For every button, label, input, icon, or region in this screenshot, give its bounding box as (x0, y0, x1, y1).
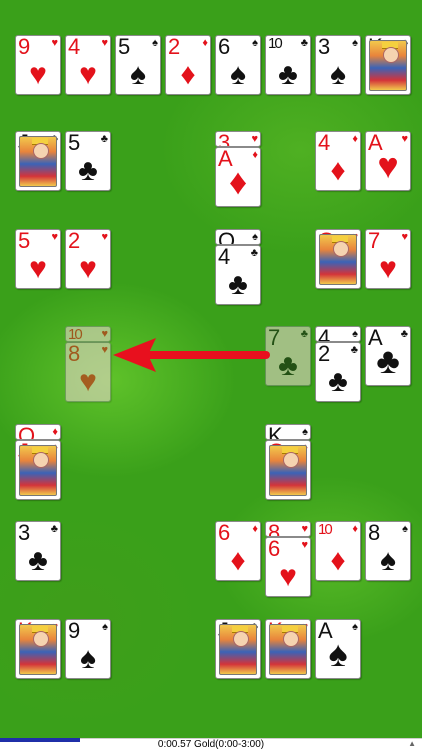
timer-text: 0:00.57 Gold(0:00-3:00) (157, 739, 265, 750)
hint-arrow (113, 338, 270, 372)
resize-corner-icon[interactable]: ▲ (408, 739, 416, 748)
